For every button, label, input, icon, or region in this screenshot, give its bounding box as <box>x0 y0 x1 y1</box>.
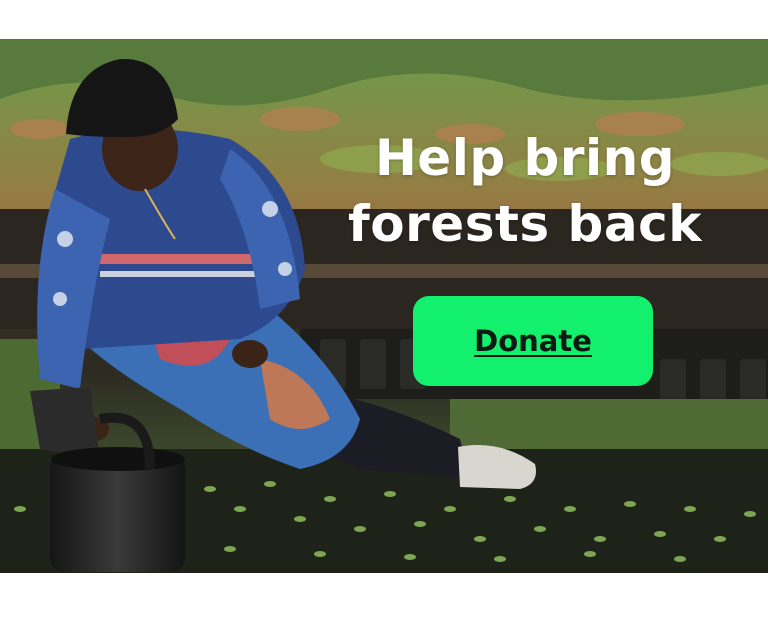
donate-button-label: Donate <box>474 324 592 358</box>
headline: Help bring forests back <box>348 129 702 253</box>
nursery-photo <box>0 39 768 573</box>
donate-button[interactable]: Donate <box>413 296 653 386</box>
donation-banner: Help bring forests back Donate <box>0 0 768 644</box>
